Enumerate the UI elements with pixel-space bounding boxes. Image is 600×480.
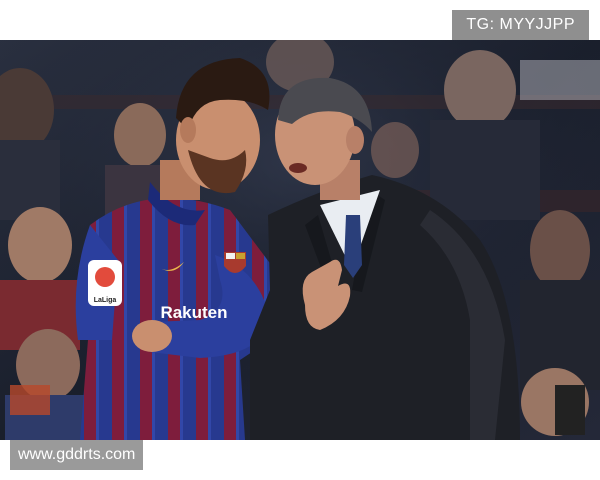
match-photo: LaLiga Rakuten [0,40,600,440]
source-url-label[interactable]: www.gddrts.com [10,440,144,470]
watermark-tag: TG: MYYJJPP [452,10,589,40]
jersey-sponsor-text: Rakuten [160,303,227,322]
laliga-patch-text: LaLiga [94,297,117,304]
